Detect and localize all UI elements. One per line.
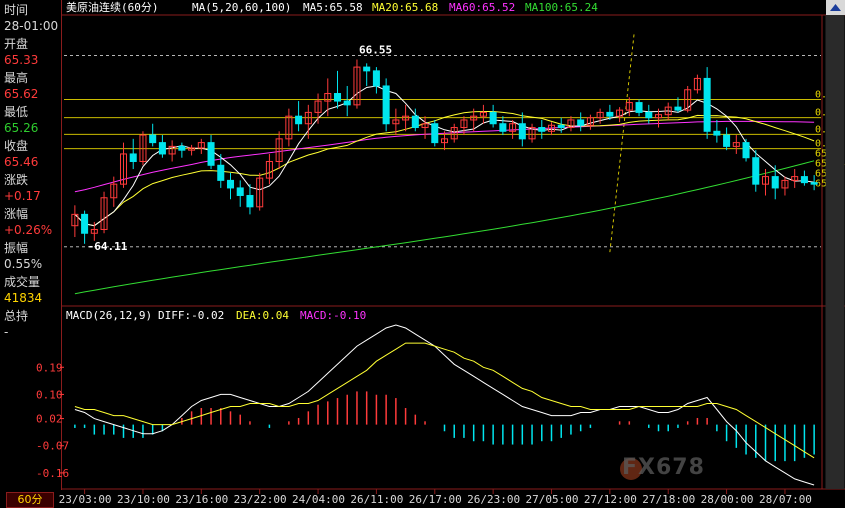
candle-body — [372, 70, 380, 87]
macd-tick-label: -0.07 — [36, 440, 69, 453]
candle-body — [800, 176, 808, 184]
candle-body — [771, 176, 779, 189]
header-title: 美原油连续(60分) — [66, 0, 159, 14]
ma5-line — [74, 85, 815, 227]
macd-header-macd: MACD:-0.10 — [300, 309, 366, 322]
candle-body — [246, 194, 254, 208]
watermark: FX678 — [622, 455, 705, 480]
candle-body — [207, 142, 215, 166]
macd-header-dea: DEA:0.04 — [236, 309, 289, 322]
candle-body — [295, 115, 303, 125]
dea-line — [74, 342, 815, 459]
candle-body — [557, 124, 565, 129]
candle-body — [81, 213, 89, 234]
moving-averages — [74, 85, 815, 295]
macd-header-diff: DIFF:-0.02 — [158, 309, 224, 322]
candle-body — [226, 179, 235, 189]
macd-tick-label: 0.19 — [36, 361, 63, 374]
candle-body — [363, 66, 371, 72]
candle-body — [538, 127, 546, 132]
candles — [71, 59, 818, 244]
candle-body — [431, 123, 439, 144]
candle-body — [723, 134, 731, 147]
candle-body — [674, 106, 682, 111]
candle-body — [236, 187, 244, 196]
header-ma5: MA5:65.58 — [303, 1, 363, 14]
header-ma20: MA20:65.68 — [372, 1, 438, 14]
fib-diagonal — [609, 33, 635, 253]
x-tick-label: 24/04:00 — [292, 493, 345, 506]
x-tick-label: 23/03:00 — [59, 493, 112, 506]
candle-body — [703, 77, 711, 132]
x-tick-label: 26/11:00 — [350, 493, 403, 506]
candle-body — [382, 85, 390, 125]
candle-body — [713, 130, 721, 136]
x-tick-label: 23/16:00 — [175, 493, 228, 506]
candle-body — [635, 102, 643, 113]
candle-body — [333, 93, 342, 102]
candle-body — [499, 123, 507, 132]
x-tick-label: 28/07:00 — [759, 493, 812, 506]
candle-body — [489, 111, 497, 125]
x-tick-label: 27/12:00 — [584, 493, 637, 506]
x-tick-label: 23/10:00 — [117, 493, 170, 506]
x-tick-label: 28/00:00 — [701, 493, 754, 506]
candle-body — [645, 111, 653, 119]
annotation-high: 66.55 — [359, 44, 392, 57]
timeframe-button[interactable]: 60分 — [6, 492, 54, 508]
macd-header-label: MACD(26,12,9) — [66, 309, 152, 322]
scrollbar[interactable] — [825, 0, 845, 489]
candle-body — [810, 182, 818, 185]
x-tick-label: 27/18:00 — [642, 493, 695, 506]
candle-body — [149, 134, 157, 144]
candle-body — [752, 157, 760, 185]
candle-body — [577, 119, 585, 126]
x-tick-label: 23/22:00 — [234, 493, 287, 506]
x-axis: 23/03:00 23/10:00 23/16:00 23/22:00 24/04:00… — [59, 489, 812, 506]
header-ma60: MA60:65.52 — [449, 1, 515, 14]
macd-tick-label: 0.02 — [36, 413, 63, 426]
candle-body — [158, 142, 166, 155]
x-tick-label: 26/23:00 — [467, 493, 520, 506]
candle-body — [518, 123, 526, 140]
macd-tick-label: 0.10 — [36, 388, 63, 401]
macd-tick-label: -0.16 — [36, 467, 69, 480]
price-chart[interactable]: 美原油连续(60分) MA(5,20,60,100) MA5:65.58 MA2… — [0, 0, 845, 507]
x-tick-label: 26/17:00 — [409, 493, 462, 506]
candle-body — [742, 142, 750, 159]
header-ma100: MA100:65.24 — [525, 1, 598, 14]
candle-body — [343, 100, 351, 106]
annotation-low: -64.11 — [88, 240, 128, 253]
candle-body — [411, 115, 419, 129]
x-tick-label: 27/05:00 — [526, 493, 579, 506]
candle-body — [129, 153, 137, 163]
candle-body — [178, 145, 186, 151]
ma20-line — [74, 111, 815, 227]
candle-body — [606, 111, 614, 117]
candle-body — [217, 164, 225, 181]
ma100-line — [74, 160, 815, 295]
header-ma-label: MA(5,20,60,100) — [192, 1, 291, 14]
